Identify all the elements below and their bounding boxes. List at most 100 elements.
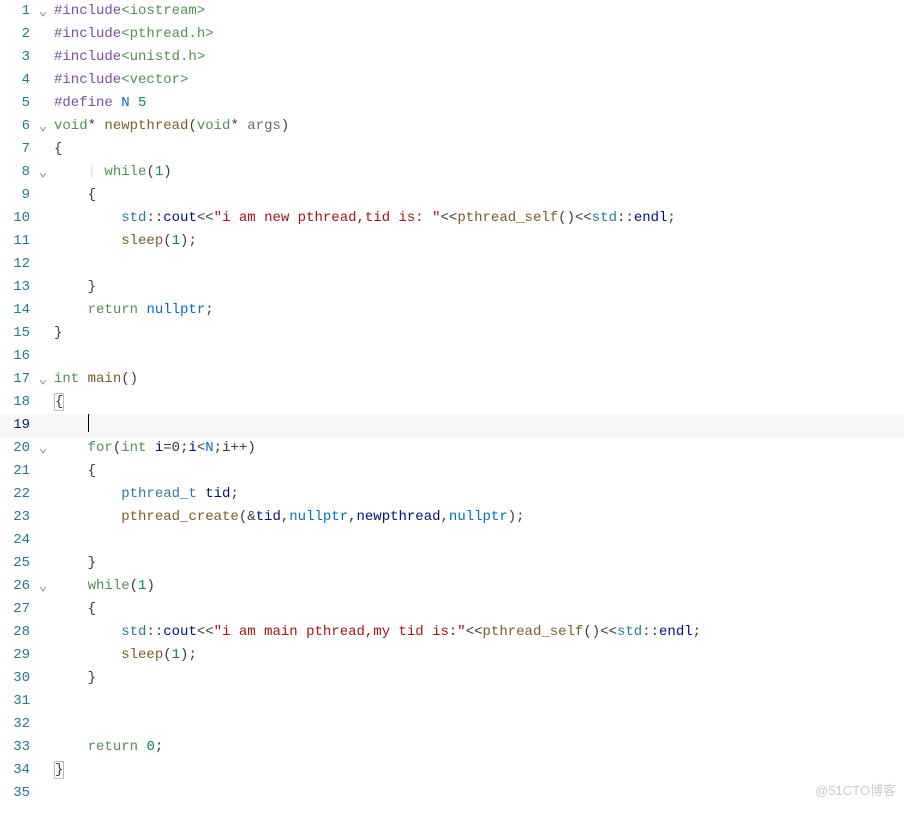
line-number: 12 (0, 253, 34, 276)
line-number: 20 (0, 437, 34, 460)
line-number: 8 (0, 161, 34, 184)
code-line[interactable]: 7 { (0, 138, 904, 161)
code-content[interactable]: #include<vector> (52, 69, 188, 92)
code-content[interactable]: int main() (52, 368, 138, 391)
line-number: 17 (0, 368, 34, 391)
line-number: 30 (0, 667, 34, 690)
code-line[interactable]: 31 (0, 690, 904, 713)
code-content[interactable]: } (52, 759, 64, 782)
code-content[interactable]: } (52, 322, 62, 345)
code-content[interactable]: { (52, 598, 96, 621)
code-content[interactable]: { (52, 184, 96, 207)
code-content[interactable]: { (52, 460, 96, 483)
code-content[interactable]: sleep(1); (52, 230, 197, 253)
line-number: 10 (0, 207, 34, 230)
code-line[interactable]: 33 return 0; (0, 736, 904, 759)
code-line[interactable]: 24 (0, 529, 904, 552)
code-line[interactable]: 22 pthread_t tid; (0, 483, 904, 506)
code-line[interactable]: 30 } (0, 667, 904, 690)
code-line[interactable]: 5 #define N 5 (0, 92, 904, 115)
line-number: 24 (0, 529, 34, 552)
code-content[interactable]: } (52, 552, 96, 575)
code-content[interactable]: pthread_t tid; (52, 483, 239, 506)
text-cursor (88, 414, 89, 432)
code-content[interactable]: return 0; (52, 736, 163, 759)
line-number: 27 (0, 598, 34, 621)
chevron-down-icon: ⌄ (39, 1, 47, 24)
code-content[interactable]: } (52, 667, 96, 690)
code-line[interactable]: 1 ⌄ #include<iostream> (0, 0, 904, 23)
code-content[interactable]: #include<unistd.h> (52, 46, 205, 69)
line-number: 26 (0, 575, 34, 598)
code-line[interactable]: 26 ⌄ while(1) (0, 575, 904, 598)
line-number: 19 (0, 414, 34, 437)
code-content[interactable]: for(int i=0;i<N;i++) (52, 437, 256, 460)
code-line[interactable]: 21 { (0, 460, 904, 483)
code-content[interactable]: } (52, 276, 96, 299)
code-line[interactable]: 18 { (0, 391, 904, 414)
code-line[interactable]: 6 ⌄ void* newpthread(void* args) (0, 115, 904, 138)
code-line[interactable]: 3 #include<unistd.h> (0, 46, 904, 69)
code-content[interactable]: while(1) (52, 575, 155, 598)
code-line[interactable]: 28 std::cout<<"i am main pthread,my tid … (0, 621, 904, 644)
code-line[interactable]: 2 #include<pthread.h> (0, 23, 904, 46)
line-number: 5 (0, 92, 34, 115)
code-content[interactable]: #define N 5 (52, 92, 146, 115)
code-line[interactable]: 13 } (0, 276, 904, 299)
fold-toggle[interactable]: ⌄ (34, 0, 52, 23)
code-content[interactable]: #include<pthread.h> (52, 23, 214, 46)
fold-toggle[interactable]: ⌄ (34, 368, 52, 391)
code-line[interactable]: 23 pthread_create(&tid,nullptr,newpthrea… (0, 506, 904, 529)
line-number: 18 (0, 391, 34, 414)
line-number: 7 (0, 138, 34, 161)
code-line[interactable]: 4 #include<vector> (0, 69, 904, 92)
code-content[interactable]: pthread_create(&tid,nullptr,newpthread,n… (52, 506, 525, 529)
fold-toggle[interactable]: ⌄ (34, 115, 52, 138)
line-number: 32 (0, 713, 34, 736)
chevron-down-icon: ⌄ (39, 576, 47, 599)
line-number: 1 (0, 0, 34, 23)
code-content[interactable]: sleep(1); (52, 644, 197, 667)
line-number: 16 (0, 345, 34, 368)
code-content[interactable]: std::cout<<"i am main pthread,my tid is:… (52, 621, 701, 644)
code-content[interactable]: return nullptr; (52, 299, 214, 322)
code-content[interactable]: void* newpthread(void* args) (52, 115, 289, 138)
code-line[interactable]: 11 sleep(1); (0, 230, 904, 253)
line-number: 2 (0, 23, 34, 46)
code-content[interactable]: { (52, 138, 62, 161)
fold-toggle[interactable]: ⌄ (34, 437, 52, 460)
chevron-down-icon: ⌄ (39, 162, 47, 185)
code-line[interactable]: 25 } (0, 552, 904, 575)
code-line[interactable]: 12 (0, 253, 904, 276)
code-line[interactable]: 8 ⌄ | while(1) (0, 161, 904, 184)
line-number: 6 (0, 115, 34, 138)
code-content[interactable]: | while(1) (52, 161, 172, 184)
line-number: 3 (0, 46, 34, 69)
code-editor[interactable]: 1 ⌄ #include<iostream> 2 #include<pthrea… (0, 0, 904, 805)
code-line[interactable]: 32 (0, 713, 904, 736)
line-number: 9 (0, 184, 34, 207)
line-number: 35 (0, 782, 34, 805)
code-line[interactable]: 15 } (0, 322, 904, 345)
code-line[interactable]: 17 ⌄ int main() (0, 368, 904, 391)
code-line[interactable]: 16 (0, 345, 904, 368)
fold-toggle[interactable]: ⌄ (34, 161, 52, 184)
code-content[interactable]: { (52, 391, 64, 414)
code-line[interactable]: 9 { (0, 184, 904, 207)
chevron-down-icon: ⌄ (39, 438, 47, 461)
code-line[interactable]: 14 return nullptr; (0, 299, 904, 322)
code-line[interactable]: 27 { (0, 598, 904, 621)
line-number: 25 (0, 552, 34, 575)
code-line[interactable]: 10 std::cout<<"i am new pthread,tid is: … (0, 207, 904, 230)
code-line[interactable]: 35 (0, 782, 904, 805)
code-line[interactable]: 20 ⌄ for(int i=0;i<N;i++) (0, 437, 904, 460)
watermark-text: @51CTO博客 (815, 780, 896, 799)
code-line-active[interactable]: 19 (0, 414, 904, 437)
code-content[interactable] (52, 414, 89, 437)
code-line[interactable]: 34 } (0, 759, 904, 782)
code-line[interactable]: 29 sleep(1); (0, 644, 904, 667)
fold-toggle[interactable]: ⌄ (34, 575, 52, 598)
code-content[interactable]: std::cout<<"i am new pthread,tid is: "<<… (52, 207, 676, 230)
code-content[interactable]: #include<iostream> (52, 0, 205, 23)
line-number: 29 (0, 644, 34, 667)
